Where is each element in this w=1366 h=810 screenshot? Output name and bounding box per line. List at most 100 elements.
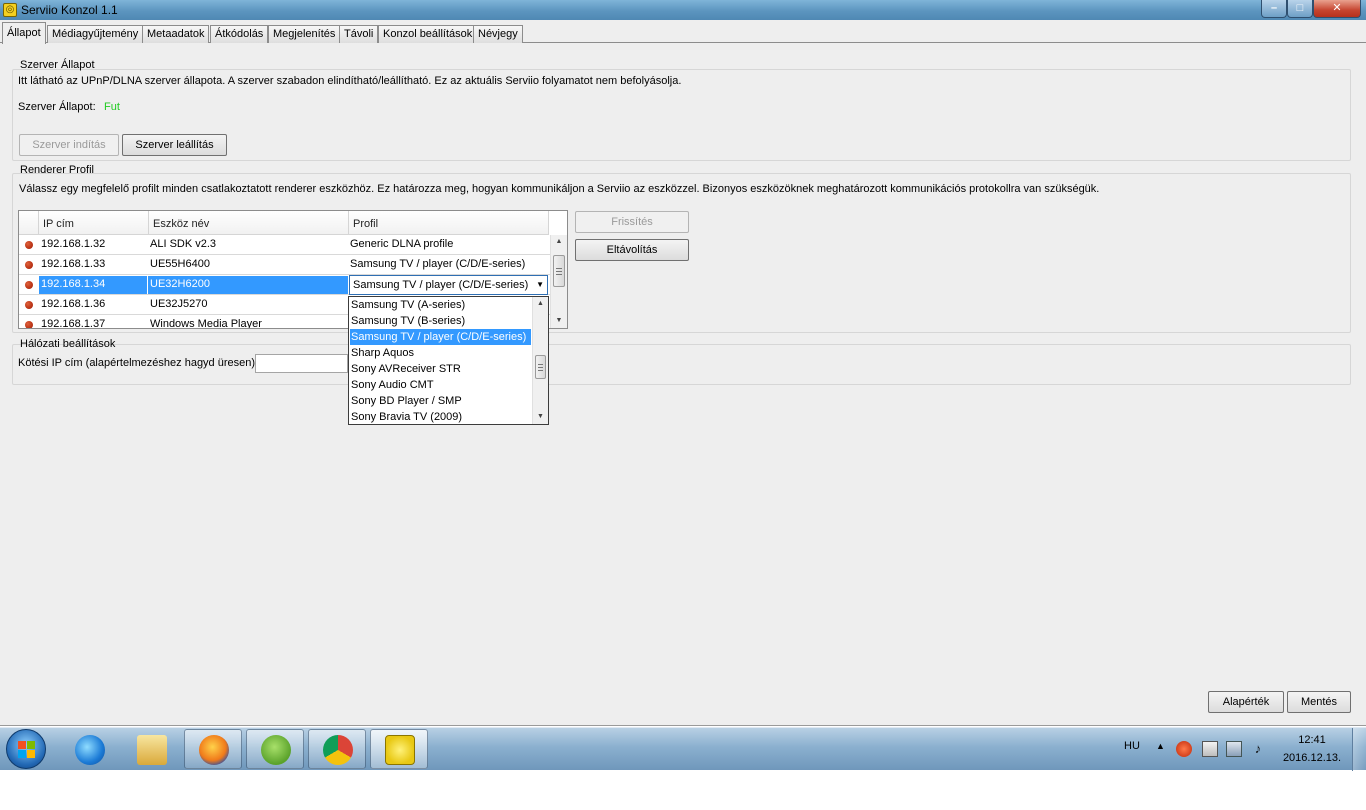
show-hidden-icons-icon[interactable]: ▲ — [1156, 741, 1165, 751]
volume-icon[interactable]: ♪ — [1250, 741, 1266, 757]
server-status-value: Fut — [104, 101, 120, 113]
clock-date[interactable]: 2016.12.13. — [1276, 752, 1348, 764]
grip-line — [556, 268, 562, 269]
row-device-name: UE55H6400 — [150, 258, 210, 270]
dropdown-option[interactable]: Sony AVReceiver STR — [350, 361, 531, 377]
grip-line — [538, 364, 543, 365]
start-button[interactable] — [6, 729, 46, 769]
tab-konzol-beallitasok[interactable]: Konzol beállítások — [378, 25, 478, 43]
scroll-up-icon[interactable]: ▲ — [551, 235, 567, 249]
tab-metaadatok[interactable]: Metaadatok — [142, 25, 210, 43]
profile-dropdown-list[interactable]: Samsung TV (A-series) Samsung TV (B-seri… — [348, 296, 549, 425]
taskbar-chrome[interactable] — [308, 729, 366, 769]
taskbar-file-explorer[interactable] — [122, 729, 180, 769]
table-row[interactable]: 192.168.1.32 ALI SDK v2.3 Generic DLNA p… — [19, 235, 550, 255]
status-dot-icon — [25, 261, 33, 269]
maximize-button[interactable]: □ — [1287, 0, 1313, 18]
tab-tavoli[interactable]: Távoli — [339, 25, 379, 43]
language-indicator[interactable]: HU — [1124, 740, 1140, 752]
taskbar-internet-explorer[interactable] — [60, 729, 118, 769]
grip-line — [556, 271, 562, 272]
tab-mediagyujtemeny[interactable]: Médiagyűjtemény — [47, 25, 144, 43]
header-profile[interactable]: Profil — [349, 211, 549, 235]
bind-ip-input[interactable] — [255, 354, 348, 373]
header-ip[interactable]: IP cím — [39, 211, 149, 235]
show-desktop-button[interactable] — [1352, 728, 1366, 771]
table-scrollbar[interactable]: ▲ ▼ — [550, 235, 567, 328]
status-dot-icon — [25, 241, 33, 249]
firefox-icon — [199, 735, 229, 765]
taskbar-utorrent[interactable] — [246, 729, 304, 769]
network-icon[interactable] — [1226, 741, 1242, 757]
taskbar-firefox[interactable] — [184, 729, 242, 769]
tab-atkodolas[interactable]: Átkódolás — [210, 25, 269, 43]
header-profile-label: Profil — [353, 218, 379, 230]
header-device-name[interactable]: Eszköz név — [149, 211, 349, 235]
server-status-description: Itt látható az UPnP/DLNA szerver állapot… — [18, 75, 682, 87]
profile-combo[interactable]: Samsung TV / player (C/D/E-series) ▼ — [349, 275, 548, 295]
refresh-button[interactable]: Frissítés — [575, 211, 689, 233]
header-ip-label: IP cím — [43, 218, 74, 230]
scroll-down-icon[interactable]: ▼ — [551, 314, 567, 328]
table-header: IP cím Eszköz név Profil — [19, 211, 549, 235]
scroll-thumb[interactable] — [553, 255, 565, 287]
row-ip: 192.168.1.32 — [41, 238, 106, 250]
server-stop-button[interactable]: Szerver leállítás — [122, 134, 227, 156]
scroll-down-icon[interactable]: ▼ — [533, 410, 548, 424]
folder-icon — [137, 735, 167, 765]
row-device-name: UE32H6200 — [150, 278, 210, 290]
utorrent-icon — [261, 735, 291, 765]
status-dot-icon — [25, 281, 33, 289]
tab-allapot[interactable]: Állapot — [2, 22, 46, 44]
row-ip: 192.168.1.36 — [41, 298, 106, 310]
server-status-title: Szerver Állapot — [20, 59, 95, 71]
row-device-name: Windows Media Player — [150, 318, 262, 329]
server-start-button[interactable]: Szerver indítás — [19, 134, 119, 156]
action-center-flag-icon[interactable] — [1202, 741, 1218, 757]
tab-nevjegy[interactable]: Névjegy — [473, 25, 523, 43]
window-title: Serviio Konzol 1.1 — [21, 3, 118, 17]
minimize-button[interactable]: – — [1261, 0, 1287, 18]
serviio-icon — [385, 735, 415, 765]
dropdown-option[interactable]: Samsung TV (B-series) — [350, 313, 531, 329]
grip-line — [556, 274, 562, 275]
scroll-thumb[interactable] — [535, 355, 546, 379]
dropdown-option[interactable]: Sharp Aquos — [350, 345, 531, 361]
row-profile[interactable]: Generic DLNA profile — [350, 235, 453, 255]
dropdown-option[interactable]: Sony Audio CMT — [350, 377, 531, 393]
scroll-up-icon[interactable]: ▲ — [533, 297, 548, 311]
clock-time[interactable]: 12:41 — [1292, 734, 1332, 746]
remove-button[interactable]: Eltávolítás — [575, 239, 689, 261]
dropdown-option[interactable]: Samsung TV (A-series) — [350, 297, 531, 313]
network-settings-title: Hálózati beállítások — [20, 338, 116, 350]
tray-app-icon[interactable] — [1176, 741, 1192, 757]
table-row[interactable]: 192.168.1.33 UE55H6400 Samsung TV / play… — [19, 255, 550, 275]
dropdown-option-selected[interactable]: Samsung TV / player (C/D/E-series) — [350, 329, 531, 345]
status-dot-icon — [25, 301, 33, 309]
row-profile[interactable]: Samsung TV / player (C/D/E-series) — [350, 255, 525, 275]
tab-megjelenites[interactable]: Megjelenítés — [268, 25, 341, 43]
renderer-profile-title: Renderer Profil — [20, 164, 94, 176]
dropdown-option[interactable]: Sony BD Player / SMP — [350, 393, 531, 409]
defaults-button[interactable]: Alapérték — [1208, 691, 1284, 713]
bind-ip-label: Kötési IP cím (alapértelmezéshez hagyd ü… — [18, 357, 259, 369]
row-ip: 192.168.1.37 — [41, 318, 106, 329]
taskbar-serviio[interactable] — [370, 729, 428, 769]
chevron-down-icon[interactable]: ▼ — [536, 276, 544, 294]
app-window: ◎ Serviio Konzol 1.1 – □ ✕ Állapot Média… — [0, 0, 1366, 726]
server-status-label: Szerver Állapot: — [18, 101, 96, 113]
save-button[interactable]: Mentés — [1287, 691, 1351, 713]
title-bar[interactable]: ◎ Serviio Konzol 1.1 – □ ✕ — [0, 0, 1366, 20]
windows-logo-icon — [27, 741, 35, 749]
chrome-icon — [323, 735, 353, 765]
row-device-name: ALI SDK v2.3 — [150, 238, 217, 250]
row-ip: 192.168.1.34 — [41, 278, 106, 290]
dropdown-option[interactable]: Sony Bravia TV (2009) — [350, 409, 531, 425]
taskbar: HU ▲ ♪ 12:41 2016.12.13. — [0, 727, 1366, 771]
close-button[interactable]: ✕ — [1313, 0, 1361, 18]
dropdown-scrollbar[interactable]: ▲ ▼ — [532, 297, 548, 424]
serviio-app-icon: ◎ — [3, 3, 17, 17]
row-ip: 192.168.1.33 — [41, 258, 106, 270]
windows-logo-icon — [27, 750, 35, 758]
table-row-selected[interactable]: 192.168.1.34 UE32H6200 Samsung TV / play… — [19, 275, 550, 295]
